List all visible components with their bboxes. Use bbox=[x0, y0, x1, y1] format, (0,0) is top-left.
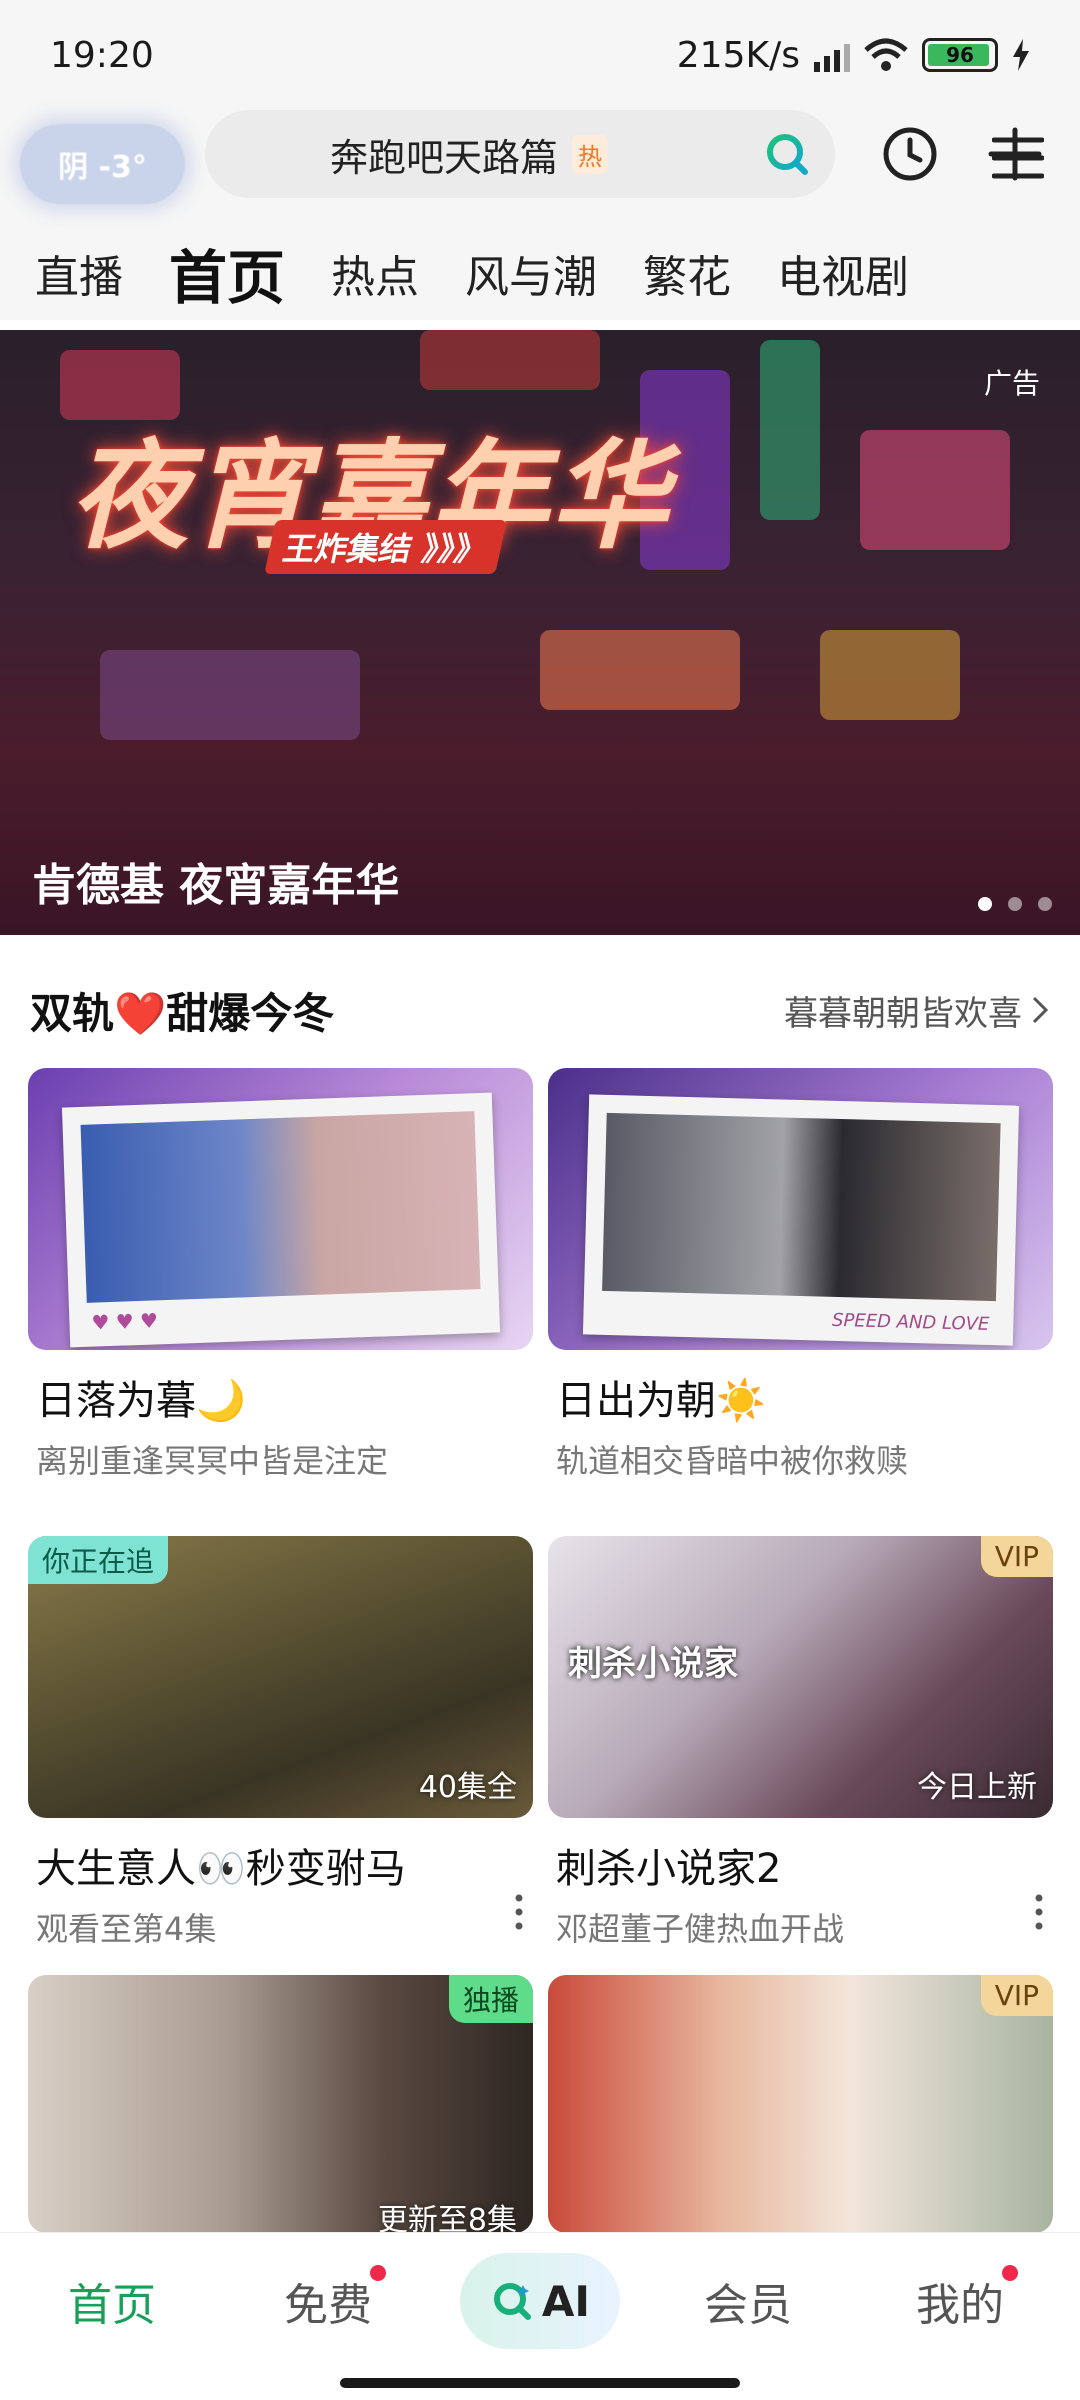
nav-member[interactable]: 会员 bbox=[704, 2269, 792, 2333]
bottom-navigation: 首页 免费 AI 会员 我的 bbox=[0, 2232, 1080, 2400]
ad-label: 广告 bbox=[983, 367, 1040, 400]
channel-tabs: 直播 首页 热点 风与潮 繁花 电视剧 bbox=[0, 225, 1080, 320]
banner-title: 肯德基 夜宵嘉年华 bbox=[32, 860, 400, 911]
nav-home-label: 首页 bbox=[68, 2280, 156, 2331]
wifi-icon bbox=[864, 38, 908, 71]
more-options-icon[interactable] bbox=[513, 1892, 525, 1932]
video-thumbnail[interactable]: SPEED AND LOVE bbox=[548, 1068, 1053, 1350]
video-card[interactable]: VIP bbox=[548, 1975, 1053, 2233]
ai-search-icon bbox=[493, 2283, 531, 2320]
nav-home[interactable]: 首页 bbox=[68, 2269, 156, 2333]
battery-level-text: 96 bbox=[946, 43, 974, 67]
network-speed: 215K/s bbox=[676, 34, 800, 76]
notification-dot bbox=[1002, 2265, 1018, 2281]
search-suggestion: 奔跑吧天路篇 bbox=[330, 135, 559, 180]
update-status: 更新至8集 bbox=[377, 2203, 517, 2233]
vip-badge: VIP bbox=[980, 1536, 1053, 1577]
video-thumbnail[interactable]: 你正在追 40集全 bbox=[28, 1536, 533, 1818]
tab-tv-series[interactable]: 电视剧 bbox=[777, 241, 909, 305]
nav-mine-label: 我的 bbox=[916, 2280, 1004, 2331]
nav-ai-label: AI bbox=[541, 2276, 591, 2326]
battery-icon: 96 bbox=[922, 38, 998, 72]
video-card[interactable]: ♥ ♥ ♥ 日落为暮🌙 离别重逢冥冥中皆是注定 bbox=[28, 1068, 533, 1482]
more-options-icon[interactable] bbox=[1033, 1892, 1045, 1932]
video-subtitle: 邓超董子健热血开战 bbox=[556, 1910, 845, 1948]
menu-icon[interactable] bbox=[992, 136, 1044, 180]
section-more-label: 暮暮朝朝皆欢喜 bbox=[784, 993, 1022, 1034]
video-thumbnail[interactable]: VIP bbox=[548, 1975, 1053, 2233]
update-status: 今日上新 bbox=[917, 1770, 1037, 1805]
signal-icon bbox=[814, 38, 850, 72]
banner-logo-subtitle: 王炸集结 》》》 bbox=[264, 520, 507, 574]
charging-icon bbox=[1013, 39, 1029, 71]
episode-count: 40集全 bbox=[418, 1770, 517, 1805]
nav-ai[interactable]: AI bbox=[460, 2253, 620, 2349]
video-subtitle: 离别重逢冥冥中皆是注定 bbox=[36, 1442, 389, 1480]
status-indicators: 215K/s 96 bbox=[677, 35, 1030, 76]
carousel-dot bbox=[1038, 897, 1052, 911]
video-title: 日出为朝☀️ bbox=[556, 1378, 766, 1424]
polaroid-frame: SPEED AND LOVE bbox=[582, 1094, 1020, 1346]
hot-badge: 热 bbox=[572, 134, 609, 174]
section-more-link[interactable]: 暮暮朝朝皆欢喜 bbox=[784, 986, 1050, 1035]
home-indicator[interactable] bbox=[340, 2378, 740, 2388]
status-time: 19:20 bbox=[50, 34, 154, 76]
video-card[interactable]: 你正在追 40集全 大生意人👀秒变驸马 观看至第4集 bbox=[28, 1536, 533, 1950]
weather-widget[interactable]: 阴 -3° bbox=[20, 124, 185, 204]
notification-dot bbox=[370, 2265, 386, 2281]
nav-free[interactable]: 免费 bbox=[284, 2265, 386, 2333]
watch-progress: 观看至第4集 bbox=[36, 1910, 217, 1948]
carousel-dot bbox=[1008, 897, 1022, 911]
video-card[interactable]: SPEED AND LOVE 日出为朝☀️ 轨道相交昏暗中被你救赎 bbox=[548, 1068, 1053, 1482]
nav-mine[interactable]: 我的 bbox=[916, 2265, 1018, 2333]
vip-badge: VIP bbox=[980, 1975, 1053, 2016]
video-title: 大生意人👀秒变驸马 bbox=[36, 1846, 406, 1892]
section-title: 双轨❤️甜爆今冬 bbox=[30, 988, 335, 1038]
polaroid-frame: ♥ ♥ ♥ bbox=[61, 1092, 501, 1348]
tab-home[interactable]: 首页 bbox=[169, 231, 285, 315]
status-bar: 19:20 215K/s 96 bbox=[0, 0, 1080, 110]
following-badge: 你正在追 bbox=[28, 1536, 169, 1584]
hearts-icon: ♥ ♥ ♥ bbox=[91, 1308, 159, 1335]
video-thumbnail[interactable]: 刺杀小说家 VIP 今日上新 bbox=[548, 1536, 1053, 1818]
video-thumbnail[interactable]: 独播 更新至8集 bbox=[28, 1975, 533, 2233]
polaroid-caption: SPEED AND LOVE bbox=[831, 1309, 990, 1335]
video-subtitle: 轨道相交昏暗中被你救赎 bbox=[556, 1442, 909, 1480]
nav-member-label: 会员 bbox=[704, 2280, 792, 2331]
tab-hot[interactable]: 热点 bbox=[331, 241, 419, 305]
history-icon[interactable] bbox=[880, 124, 940, 184]
carousel-dot bbox=[978, 897, 992, 911]
video-title: 刺杀小说家2 bbox=[556, 1846, 782, 1892]
tab-live[interactable]: 直播 bbox=[35, 241, 123, 305]
tab-trend[interactable]: 风与潮 bbox=[465, 241, 597, 305]
search-icon[interactable] bbox=[765, 132, 809, 176]
video-title: 日落为暮🌙 bbox=[36, 1378, 246, 1424]
promo-banner[interactable]: 广告 夜宵嘉年华 王炸集结 》》》 肯德基 夜宵嘉年华 bbox=[0, 330, 1080, 935]
nav-free-label: 免费 bbox=[284, 2280, 372, 2331]
top-header: 阴 -3° 奔跑吧天路篇 热 直播 首页 热点 风与潮 繁花 电视剧 bbox=[0, 110, 1080, 320]
carousel-indicator bbox=[978, 897, 1052, 911]
tab-blossoms[interactable]: 繁花 bbox=[643, 241, 731, 305]
video-card[interactable]: 刺杀小说家 VIP 今日上新 刺杀小说家2 邓超董子健热血开战 bbox=[548, 1536, 1053, 1950]
chevron-right-icon bbox=[1032, 996, 1049, 1024]
section-header: 双轨❤️甜爆今冬 暮暮朝朝皆欢喜 bbox=[30, 975, 1050, 1045]
app-screen: 19:20 215K/s 96 阴 -3° 奔跑吧天路篇 热 直播 首页 热点 … bbox=[0, 0, 1080, 2400]
search-bar[interactable]: 奔跑吧天路篇 热 bbox=[205, 110, 835, 198]
exclusive-badge: 独播 bbox=[448, 1975, 533, 2023]
video-thumbnail[interactable]: ♥ ♥ ♥ bbox=[28, 1068, 533, 1350]
poster-title: 刺杀小说家 bbox=[568, 1644, 738, 1684]
video-card[interactable]: 独播 更新至8集 bbox=[28, 1975, 533, 2233]
